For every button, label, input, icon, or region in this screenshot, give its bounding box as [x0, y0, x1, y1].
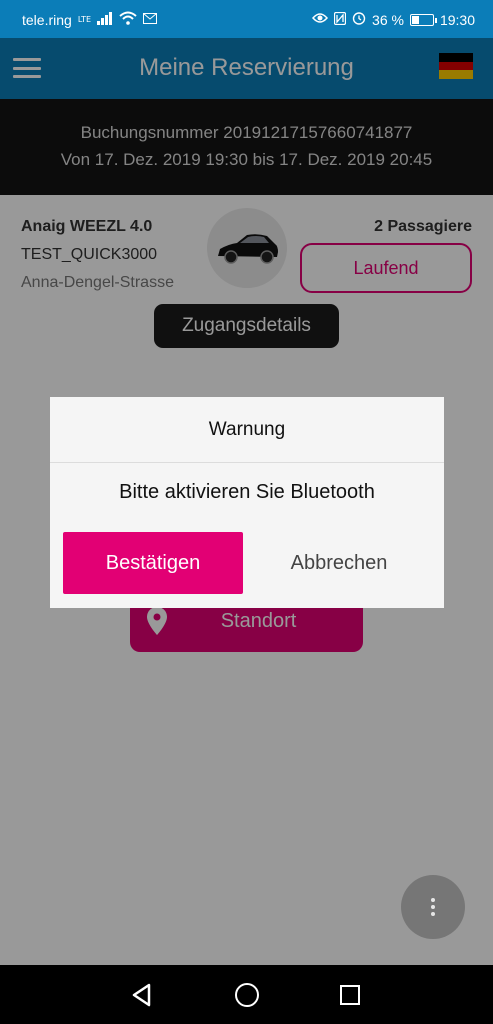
nfc-icon: [333, 11, 347, 29]
eye-comfort-icon: [312, 12, 329, 28]
clock: 19:30: [439, 12, 475, 28]
back-icon[interactable]: [130, 983, 154, 1007]
wifi-icon: [119, 11, 137, 29]
dialog-divider: [50, 462, 444, 463]
cellular-signal-icon: [97, 11, 113, 29]
status-bar: tele.ring LTE 36 % 19:30: [0, 0, 493, 38]
recent-apps-icon[interactable]: [340, 985, 360, 1005]
dialog-title: Warnung: [208, 419, 286, 440]
battery-icon: [409, 14, 437, 26]
more-dots-icon: [431, 898, 435, 902]
status-bar-left: tele.ring LTE: [22, 11, 158, 29]
dialog-message: Bitte aktivieren Sie Bluetooth: [119, 481, 375, 503]
battery-percentage: 36 %: [372, 12, 404, 28]
warning-dialog: Warnung Bitte aktivieren Sie Bluetooth B…: [50, 397, 444, 608]
mail-notification-icon: [143, 12, 158, 28]
home-icon[interactable]: [235, 983, 259, 1007]
confirm-button[interactable]: Bestätigen: [63, 532, 243, 594]
status-bar-right: 36 % 19:30: [312, 11, 475, 29]
alarm-icon: [352, 11, 366, 29]
carrier-name: tele.ring: [22, 12, 72, 28]
battery-level: [411, 16, 419, 24]
signal-icon: LTE: [77, 15, 92, 24]
system-navigation-bar: [0, 965, 493, 1024]
cancel-button[interactable]: Abbrechen: [248, 532, 430, 594]
more-options-button[interactable]: [401, 875, 465, 939]
